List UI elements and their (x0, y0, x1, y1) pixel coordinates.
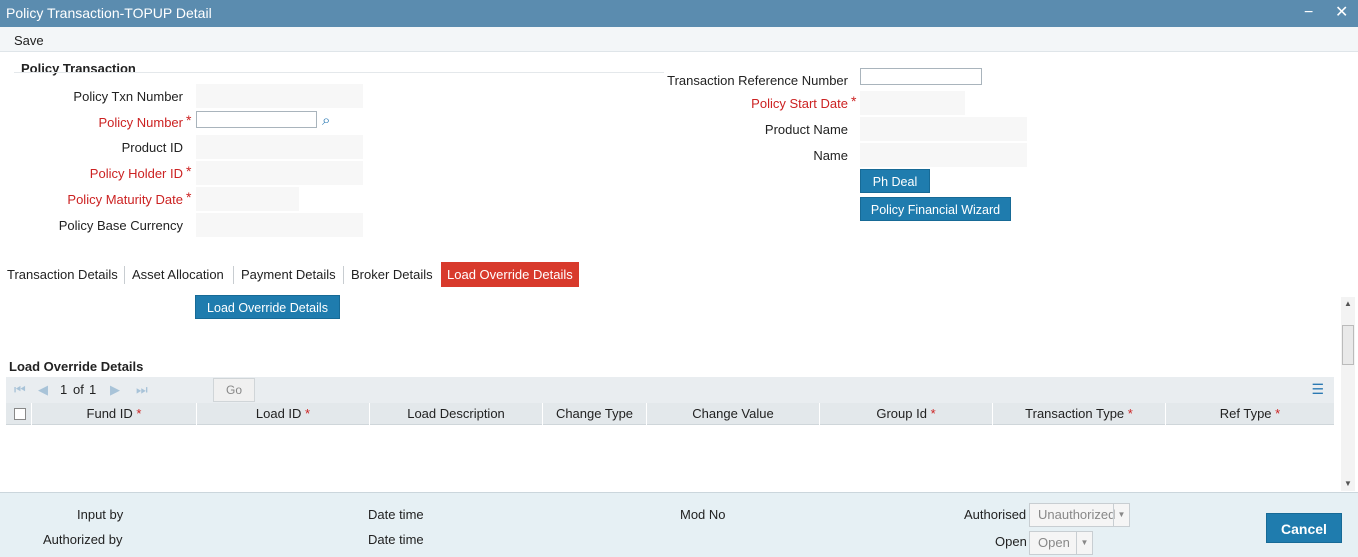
toolbar: Save (0, 27, 1358, 52)
required-marker: * (186, 189, 192, 205)
tab-asset-allocation[interactable]: Asset Allocation (126, 262, 230, 287)
tab-divider (343, 266, 344, 284)
load-override-details-button[interactable]: Load Override Details (195, 295, 340, 319)
footer: Input by Authorized by Date time Date ti… (0, 492, 1358, 557)
required-marker: * (186, 163, 192, 179)
minimize-icon[interactable]: − (1304, 3, 1313, 23)
column-change-value[interactable]: Change Value (647, 403, 820, 425)
transaction-reference-number-label: Transaction Reference Number (667, 73, 848, 88)
column-change-type[interactable]: Change Type (543, 403, 647, 425)
required-marker: * (186, 112, 192, 128)
previous-page-icon[interactable]: ◀ (38, 382, 48, 398)
total-pages: 1 (89, 382, 97, 397)
product-name-field (860, 117, 1027, 141)
select-all-cell (6, 403, 32, 425)
column-fund-id[interactable]: Fund ID * (32, 403, 197, 425)
policy-base-currency-label: Policy Base Currency (58, 218, 183, 233)
policy-start-date-field (860, 91, 965, 115)
policy-maturity-date-field (196, 187, 299, 211)
authorised-select[interactable]: Unauthorized ▼ (1029, 503, 1130, 527)
first-page-icon[interactable]: ⏮ (14, 382, 26, 398)
column-transaction-type[interactable]: Transaction Type * (993, 403, 1166, 425)
last-page-icon[interactable]: ⏭ (136, 382, 148, 398)
current-page: 1 (60, 382, 68, 397)
section-divider (14, 72, 664, 73)
column-load-id[interactable]: Load ID * (197, 403, 370, 425)
policy-base-currency-field (196, 213, 363, 237)
close-icon[interactable]: ✕ (1335, 3, 1348, 23)
mod-no-label: Mod No (680, 507, 726, 522)
column-ref-type[interactable]: Ref Type * (1166, 403, 1334, 425)
policy-txn-number-field (196, 84, 363, 108)
name-label: Name (813, 148, 848, 163)
authorized-by-label: Authorized by (43, 532, 123, 547)
policy-financial-wizard-button[interactable]: Policy Financial Wizard (860, 197, 1011, 221)
scroll-thumb[interactable] (1342, 325, 1354, 365)
name-field (860, 143, 1027, 167)
policy-start-date-label: Policy Start Date (751, 96, 848, 111)
tab-payment-details[interactable]: Payment Details (235, 262, 342, 287)
window-title: Policy Transaction-TOPUP Detail (6, 5, 212, 21)
open-label: Open (995, 534, 1027, 549)
column-list-icon[interactable]: ☰ (1311, 381, 1324, 398)
product-id-field (196, 135, 363, 159)
tab-load-override-details[interactable]: Load Override Details (441, 262, 579, 287)
title-bar: Policy Transaction-TOPUP Detail − ✕ (0, 0, 1358, 27)
product-name-label: Product Name (764, 122, 848, 137)
column-load-description[interactable]: Load Description (370, 403, 543, 425)
scroll-up-icon[interactable]: ▲ (1344, 299, 1352, 308)
pager: ⏮ ◀ 1 of 1 ▶ ⏭ Go ☰ (6, 377, 1334, 403)
vertical-scrollbar[interactable]: ▲ ▼ (1341, 297, 1355, 491)
open-value: Open (1038, 535, 1070, 550)
required-marker: * (851, 93, 857, 109)
authorised-label: Authorised (964, 507, 1027, 522)
open-select[interactable]: Open ▼ (1029, 531, 1093, 555)
authorised-value: Unauthorized (1038, 507, 1116, 522)
grid-title: Load Override Details (9, 359, 144, 374)
tab-divider (233, 266, 234, 284)
page-of-label: of (73, 382, 84, 397)
input-by-label: Input by (77, 507, 124, 522)
cancel-button[interactable]: Cancel (1266, 513, 1342, 543)
section-title: Policy Transaction (21, 61, 136, 76)
policy-holder-id-field (196, 161, 363, 185)
column-group-id[interactable]: Group Id * (820, 403, 993, 425)
next-page-icon[interactable]: ▶ (110, 382, 120, 398)
search-icon[interactable]: ⌕ (322, 112, 330, 129)
tab-transaction-details[interactable]: Transaction Details (1, 262, 124, 287)
select-all-checkbox[interactable] (14, 408, 26, 420)
policy-maturity-date-label: Policy Maturity Date (67, 192, 183, 207)
policy-txn-number-label: Policy Txn Number (73, 89, 183, 104)
chevron-down-icon: ▼ (1076, 532, 1092, 554)
chevron-down-icon: ▼ (1113, 504, 1129, 526)
scroll-down-icon[interactable]: ▼ (1344, 479, 1352, 488)
tab-divider (124, 266, 125, 284)
transaction-reference-number-input[interactable] (860, 68, 982, 85)
policy-number-input[interactable] (196, 111, 317, 128)
grid-header: Fund ID * Load ID * Load Description Cha… (6, 403, 1334, 425)
product-id-label: Product ID (121, 140, 183, 155)
policy-number-label: Policy Number (98, 115, 183, 130)
date-time-label: Date time (368, 532, 424, 547)
go-button[interactable]: Go (213, 378, 255, 402)
save-button[interactable]: Save (14, 33, 44, 48)
date-time-label: Date time (368, 507, 424, 522)
ph-deal-button[interactable]: Ph Deal (860, 169, 930, 193)
tab-broker-details[interactable]: Broker Details (345, 262, 439, 287)
policy-holder-id-label: Policy Holder ID (89, 166, 183, 181)
